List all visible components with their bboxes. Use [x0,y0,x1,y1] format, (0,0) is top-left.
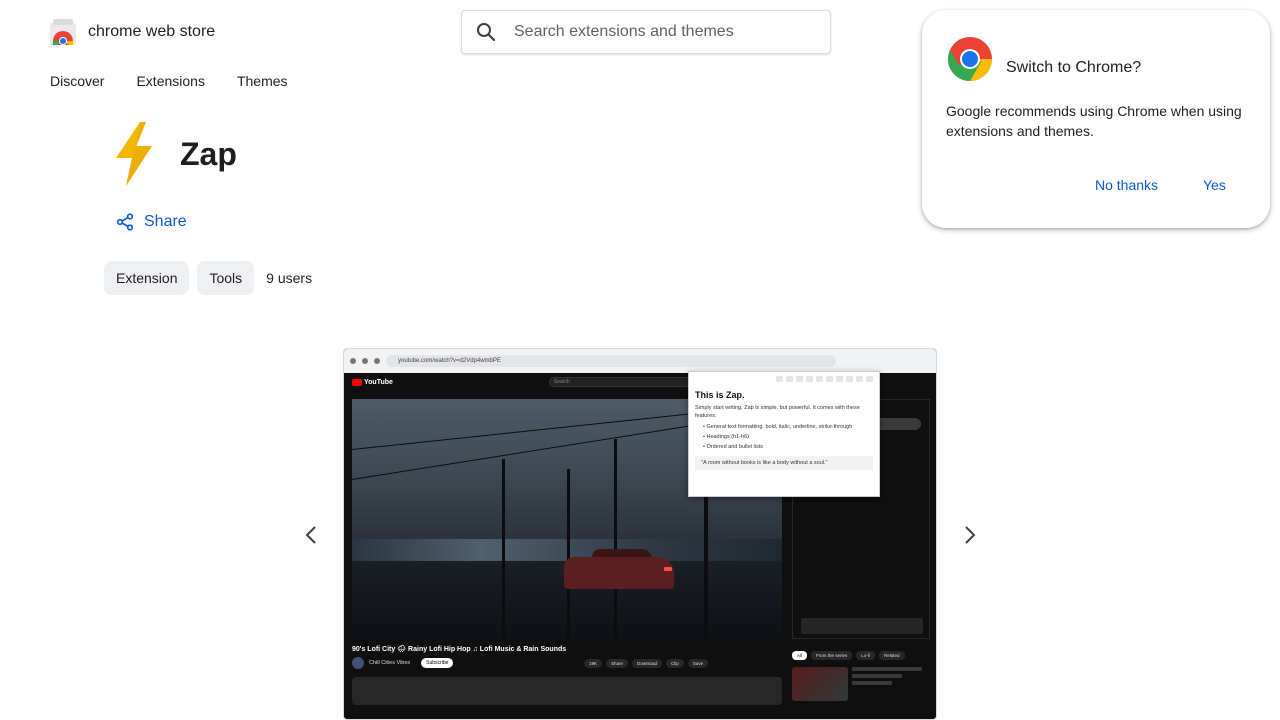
zap-intro: Simply start writing. Zap is simple, but… [695,405,860,419]
related-video-thumbnail [792,667,848,701]
chevron-right-icon[interactable] [956,522,982,548]
category-chips: Extension Tools 9 users [104,261,312,295]
like-count: 19K [584,659,603,668]
zap-toolbar [695,376,873,384]
related-tab: Lo-fi [856,651,876,660]
url-bar: youtube.com/watch?v=d2Vdp4wmbPE [386,355,836,367]
video-actions: 19K Share Download Clip Save [584,659,709,668]
store-name: chrome web store [88,23,216,40]
share-action: Share [606,659,629,668]
share-icon [116,213,134,231]
chip-tools[interactable]: Tools [197,261,255,295]
share-label: Share [144,213,187,230]
forward-icon [362,358,368,364]
utility-pole [502,459,505,639]
dialog-body: Google recommends using Chrome when usin… [946,103,1242,139]
utility-pole [567,469,570,639]
search-box[interactable] [461,10,831,54]
search-input[interactable] [514,23,814,41]
youtube-play-icon [352,378,362,386]
user-count: 9 users [266,270,313,286]
tail-light [664,567,672,571]
chat-message [801,618,923,634]
no-thanks-button[interactable]: No thanks [1095,177,1158,193]
store-logo[interactable]: chrome web store [48,17,215,47]
youtube-search: Search [548,377,699,387]
video-title: 90's Lofi City 🌧 Rainy Lofi Hip Hop ♫ Lo… [352,646,567,653]
back-icon [350,358,356,364]
screenshot-preview: youtube.com/watch?v=d2Vdp4wmbPE YouTube … [343,348,937,720]
channel-name: Chill Cities Vibes [369,660,411,666]
switch-to-chrome-dialog: Switch to Chrome? Google recommends usin… [922,10,1270,228]
save-action: Save [687,659,709,668]
chat-pill [875,418,921,430]
red-car [564,557,674,589]
lightning-bolt-icon [116,122,152,186]
zap-feature: • Ordered and bullet lists [703,444,764,450]
yes-button[interactable]: Yes [1203,177,1226,193]
browser-toolbar: youtube.com/watch?v=d2Vdp4wmbPE [344,349,936,373]
zap-feature: • General text formatting: bold, italic,… [703,424,853,430]
utility-pole [614,439,617,639]
channel-row: Chill Cities Vibes Subscribe [352,657,454,669]
video-description [352,677,782,705]
extension-title: Zap [180,136,237,172]
related-video-text [852,667,928,687]
share-button[interactable]: Share [116,213,187,231]
zap-feature-text: General text formatting: bold, italic, u… [706,424,853,430]
related-tab: All [792,651,808,660]
related-tabs: All From the series Lo-fi Related [792,651,905,660]
clip-action: Clip [666,659,684,668]
chrome-logo-icon [948,37,992,82]
youtube-brand: YouTube [364,378,393,386]
youtube-logo: YouTube [352,378,393,386]
nav-extensions[interactable]: Extensions [136,73,204,89]
related-tab: Related [879,651,905,660]
zap-feature: • Headings (h1-h6) [703,434,749,440]
zap-feature-text: Ordered and bullet lists [706,444,764,450]
zap-quote: "A room without books is like a body wit… [695,456,873,470]
dialog-title: Switch to Chrome? [1006,59,1142,76]
subscribe-button: Subscribe [421,658,454,668]
search-icon [477,23,496,42]
channel-avatar [352,657,364,669]
zap-popup: This is Zap. Simply start writing. Zap i… [688,371,880,497]
nav-discover[interactable]: Discover [50,73,104,89]
chrome-web-store-icon [48,19,78,47]
main-nav: Discover Extensions Themes [50,73,288,89]
zap-feature-text: Headings (h1-h6) [706,434,749,440]
chip-extension[interactable]: Extension [104,261,190,295]
reload-icon [374,358,380,364]
zap-heading: This is Zap. [695,390,745,400]
nav-themes[interactable]: Themes [237,73,288,89]
download-action: Download [632,659,663,668]
chevron-left-icon[interactable] [299,522,325,548]
related-tab: From the series [811,651,853,660]
